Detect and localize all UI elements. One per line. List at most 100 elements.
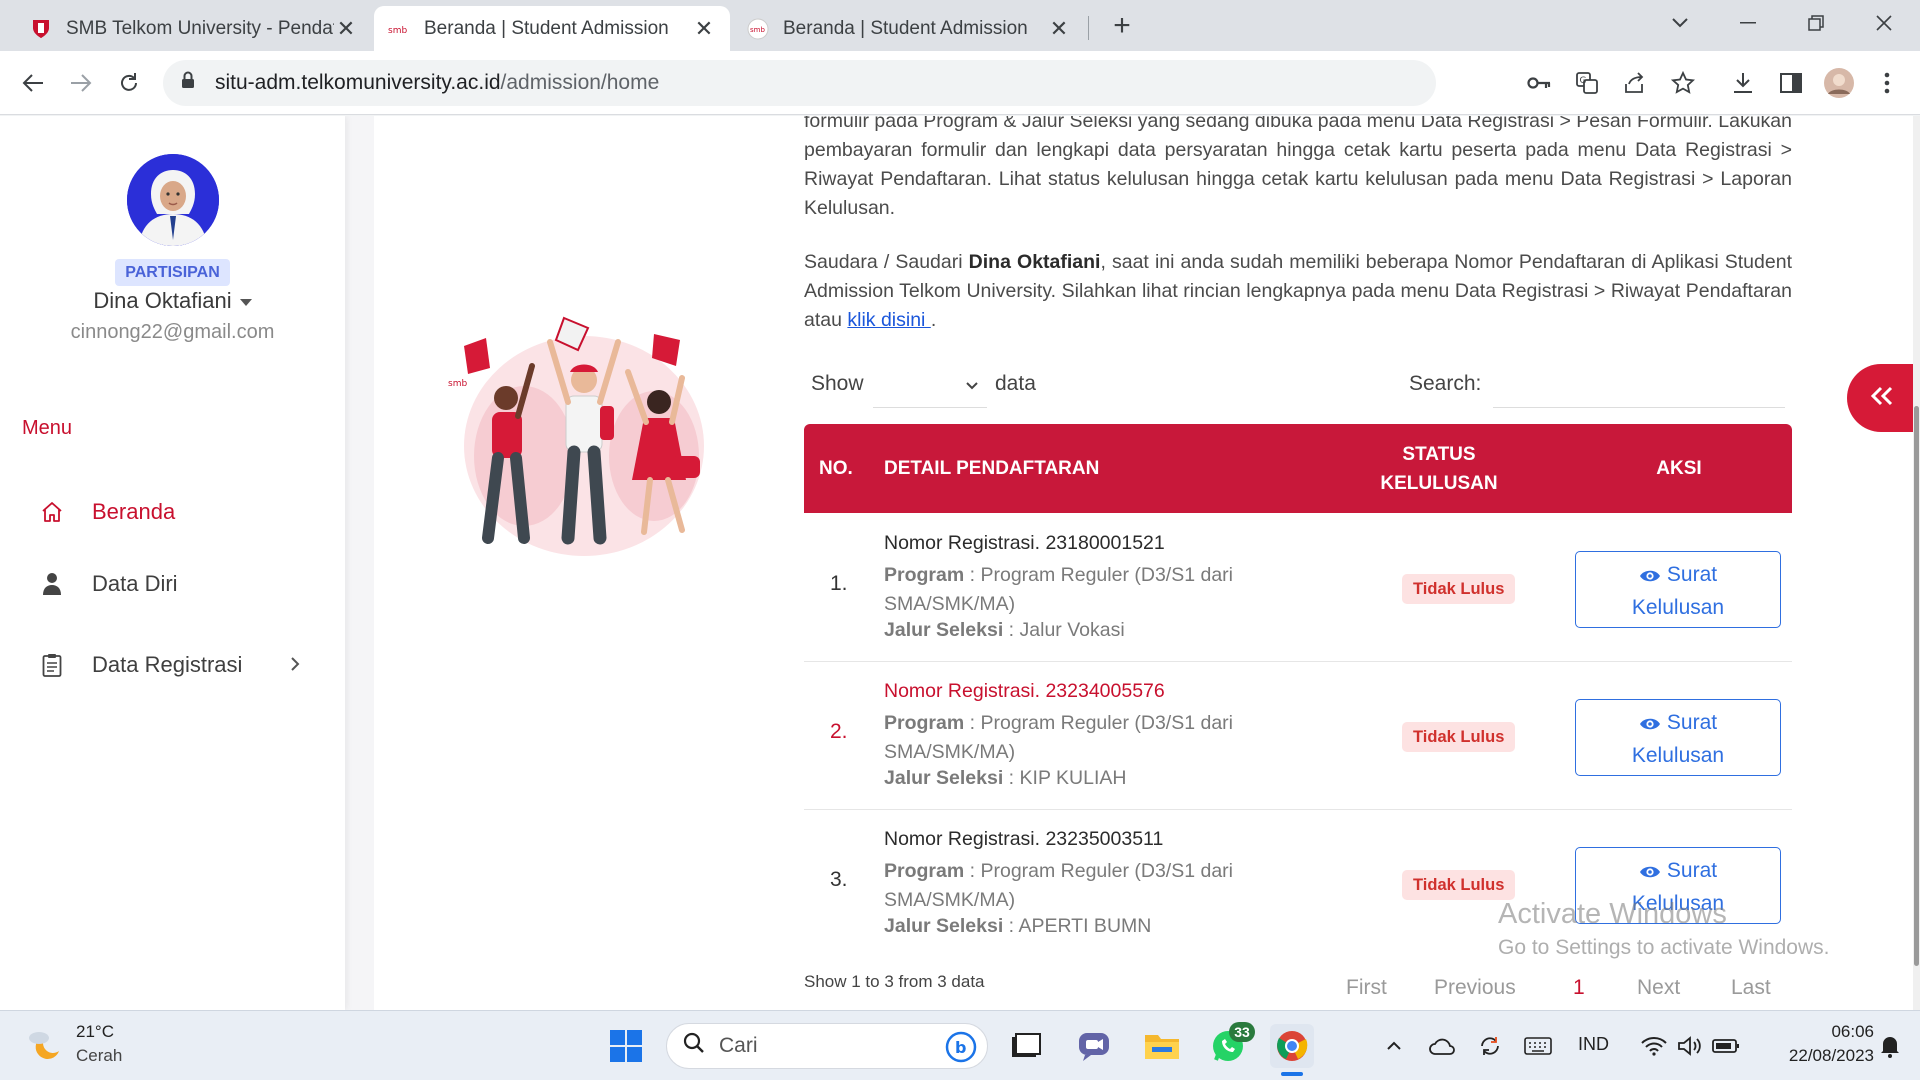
status-badge: Tidak Lulus	[1402, 870, 1516, 900]
registration-number: Nomor Registrasi. 23234005576	[884, 680, 1165, 702]
activate-windows-hint: Go to Settings to activate Windows.	[1498, 936, 1830, 959]
header-status-line2: KELULUSAN	[1380, 472, 1498, 494]
address-bar[interactable]: situ-adm.telkomuniversity.ac.id/admissio…	[163, 60, 1436, 106]
onedrive-cloud-icon[interactable]	[1420, 1024, 1464, 1068]
chrome-icon[interactable]	[1270, 1024, 1314, 1068]
header-aksi: AKSI	[1656, 458, 1702, 479]
sidebar-item-beranda[interactable]: Beranda	[38, 492, 308, 532]
tab-search-chevron-icon[interactable]	[1650, 0, 1710, 45]
user-name-dropdown[interactable]: Dina Oktafiani	[0, 288, 345, 314]
tab-beranda-active[interactable]: smb Beranda | Student Admission ✕	[374, 6, 730, 51]
weather-temperature: 21°C	[76, 1022, 114, 1041]
jalur-value: APERTI BUMN	[1018, 915, 1152, 937]
header-status: STATUS KELULUSAN	[1379, 424, 1499, 513]
pagination-next[interactable]: Next	[1637, 976, 1680, 1000]
side-panel-icon[interactable]	[1773, 65, 1809, 101]
row-number: 2.	[830, 720, 848, 743]
minimize-icon[interactable]	[1718, 0, 1778, 45]
surat-kelulusan-button[interactable]: Surat Kelulusan	[1575, 699, 1781, 776]
share-icon[interactable]	[1617, 65, 1653, 101]
file-explorer-icon[interactable]	[1140, 1024, 1184, 1068]
pagination-previous[interactable]: Previous	[1434, 976, 1516, 1000]
instruction-paragraph: formulir pada Program & Jalur Seleksi ya…	[804, 116, 1792, 219]
para-text: Saudara / Saudari	[804, 251, 969, 273]
translate-icon[interactable]: G	[1569, 65, 1605, 101]
browser-toolbar: situ-adm.telkomuniversity.ac.id/admissio…	[0, 51, 1920, 115]
jalur-label: Jalur Seleksi	[884, 767, 1004, 789]
windows-start-icon[interactable]	[604, 1024, 648, 1068]
close-tab-icon[interactable]: ✕	[692, 16, 716, 42]
bookmark-star-icon[interactable]	[1665, 65, 1701, 101]
chevron-right-icon	[290, 652, 300, 678]
klik-disini-link[interactable]: klik disini	[847, 309, 930, 331]
button-label: Surat	[1666, 859, 1718, 882]
new-tab-icon[interactable]: +	[1104, 9, 1140, 45]
header-status-line1: STATUS	[1402, 443, 1476, 465]
user-avatar[interactable]	[127, 154, 219, 246]
eye-icon	[1639, 563, 1661, 593]
close-tab-icon[interactable]: ✕	[334, 16, 358, 42]
sync-icon[interactable]	[1468, 1024, 1512, 1068]
input-language[interactable]: IND	[1578, 1034, 1609, 1055]
show-label: Show	[811, 372, 864, 395]
students-celebrating-illustration: smb	[444, 306, 724, 586]
restore-icon[interactable]	[1786, 0, 1846, 45]
surat-kelulusan-button[interactable]: Surat Kelulusan	[1575, 551, 1781, 628]
button-label: Kelulusan	[1631, 596, 1725, 619]
svg-text:G: G	[1580, 76, 1587, 86]
profile-avatar-icon[interactable]	[1821, 65, 1857, 101]
registration-number: Nomor Registrasi. 23235003511	[884, 828, 1164, 850]
close-window-icon[interactable]	[1854, 0, 1914, 45]
eye-icon	[1639, 859, 1661, 889]
collapse-panel-button[interactable]	[1847, 364, 1920, 432]
close-tab-icon[interactable]: ✕	[1047, 16, 1071, 42]
tab-beranda[interactable]: smb Beranda | Student Admission ✕	[733, 6, 1085, 51]
weather-moon-icon[interactable]	[22, 1024, 66, 1068]
registration-number: Nomor Registrasi. 23180001521	[884, 532, 1165, 554]
bing-icon[interactable]: b	[945, 1031, 977, 1069]
pagination-first[interactable]: First	[1346, 976, 1387, 1000]
notification-bell-icon[interactable]	[1868, 1024, 1912, 1068]
clock-date[interactable]: 22/08/2023	[1762, 1046, 1874, 1066]
page-viewport: PARTISIPAN Dina Oktafiani cinnong22@gmai…	[0, 116, 1920, 1010]
eye-icon	[1639, 711, 1661, 741]
lock-icon[interactable]	[181, 71, 199, 95]
clock-time[interactable]: 06:06	[1810, 1022, 1874, 1042]
taskbar-search[interactable]: Cari b	[666, 1023, 988, 1069]
sidebar-item-data-diri[interactable]: Data Diri	[38, 564, 308, 604]
jalur-value: KIP KULIAH	[1019, 767, 1127, 789]
forward-arrow-icon[interactable]	[63, 65, 99, 101]
download-icon[interactable]	[1725, 65, 1761, 101]
pagination-last[interactable]: Last	[1731, 976, 1771, 1000]
reload-icon[interactable]	[111, 65, 147, 101]
back-arrow-icon[interactable]	[15, 65, 51, 101]
keyboard-icon[interactable]	[1516, 1024, 1560, 1068]
row-program: Program : Program Reguler (D3/S1 dari SM…	[884, 564, 1233, 615]
row-jalur: Jalur Seleksi : KIP KULIAH	[884, 767, 1127, 789]
scrollbar-thumb[interactable]	[1914, 406, 1919, 966]
smb-favicon-icon: smb	[388, 18, 410, 40]
tab-title: Beranda | Student Admission	[424, 17, 669, 39]
search-input[interactable]	[1493, 366, 1785, 408]
menu-heading: Menu	[22, 417, 73, 439]
teams-chat-icon[interactable]	[1072, 1024, 1116, 1068]
chrome-menu-icon[interactable]	[1869, 65, 1905, 101]
page-scrollbar[interactable]	[1913, 116, 1920, 1010]
password-key-icon[interactable]	[1521, 65, 1557, 101]
chevron-up-icon[interactable]	[1372, 1024, 1416, 1068]
battery-icon[interactable]	[1704, 1024, 1748, 1068]
sidebar-item-label: Data Diri	[92, 571, 178, 596]
active-app-indicator	[1281, 1072, 1303, 1076]
button-label: Surat	[1666, 563, 1718, 586]
pagination-current-page[interactable]: 1	[1573, 976, 1585, 1000]
tab-smb-telkom[interactable]: SMB Telkom University - Pendaft ✕	[16, 6, 372, 51]
task-view-icon[interactable]	[1004, 1024, 1048, 1068]
row-jalur: Jalur Seleksi : Jalur Vokasi	[884, 619, 1125, 641]
sidebar-item-data-registrasi[interactable]: Data Registrasi	[38, 645, 308, 685]
weather-condition: Cerah	[76, 1046, 123, 1065]
page-size-select[interactable]	[873, 368, 987, 408]
table-row: 2. Nomor Registrasi. 23234005576 Program…	[804, 662, 1792, 810]
url-path: /admission/home	[500, 71, 660, 94]
row-program: Program : Program Reguler (D3/S1 dari SM…	[884, 712, 1233, 763]
svg-text:smb: smb	[750, 26, 765, 34]
